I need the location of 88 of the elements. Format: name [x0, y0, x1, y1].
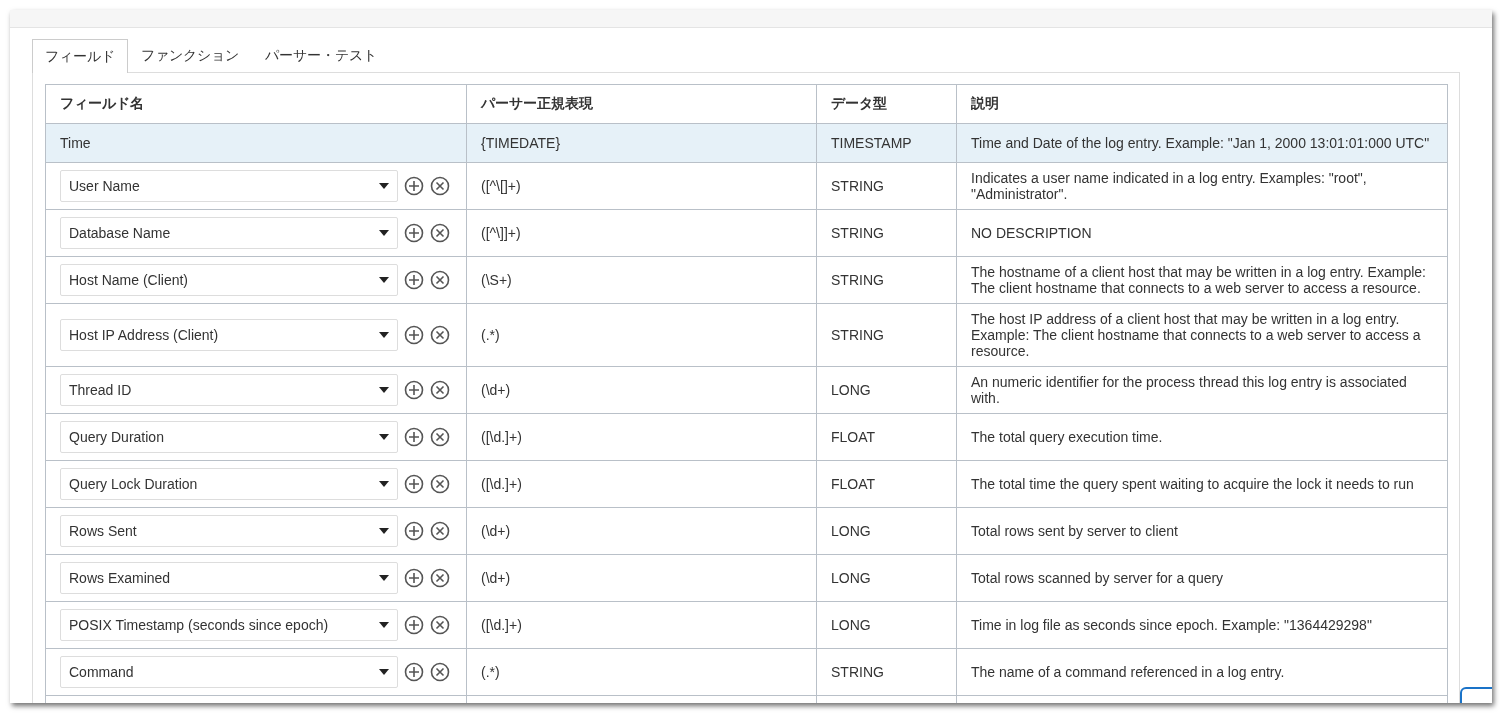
field-dropdown[interactable]: Thread ID — [60, 374, 398, 406]
caret-icon — [379, 277, 389, 283]
table-cell: LONG — [816, 366, 957, 414]
table-cell: STRING — [816, 209, 957, 257]
column-header: データ型 — [816, 84, 957, 124]
column-header: フィールド名 — [45, 84, 467, 124]
tab[interactable]: フィールド — [32, 39, 128, 73]
remove-icon[interactable] — [430, 521, 450, 541]
caret-icon — [379, 481, 389, 487]
remove-icon[interactable] — [430, 223, 450, 243]
table-cell: Total rows sent by server to client — [956, 507, 1448, 555]
field-dropdown[interactable]: Host Name (Client) — [60, 264, 398, 296]
caret-icon — [379, 669, 389, 675]
tab[interactable]: パーサー・テスト — [252, 38, 390, 72]
table-cell: ([\d.]+) — [466, 460, 817, 508]
caret-icon — [379, 434, 389, 440]
field-dropdown[interactable]: POSIX Timestamp (seconds since epoch) — [60, 609, 398, 641]
remove-icon[interactable] — [430, 176, 450, 196]
table-cell: STRING — [816, 162, 957, 210]
add-icon[interactable] — [404, 615, 424, 635]
table-cell: LONG — [816, 601, 957, 649]
table-cell: STRING — [816, 303, 957, 367]
caret-icon — [379, 575, 389, 581]
table-cell: (\d+) — [466, 366, 817, 414]
remove-icon[interactable] — [430, 662, 450, 682]
table-cell: ([\d.]+) — [466, 601, 817, 649]
table-cell: FLOAT — [816, 413, 957, 461]
caret-icon — [379, 528, 389, 534]
table-cell: STRING — [816, 256, 957, 304]
add-icon[interactable] — [404, 325, 424, 345]
table-cell: FLOAT — [816, 460, 957, 508]
column-header: パーサー正規表現 — [466, 84, 817, 124]
table-cell: Indicates a user name indicated in a log entry. Examples: "root", "Administrator". — [956, 162, 1448, 210]
table-cell: ([^\]]+) — [466, 209, 817, 257]
field-dropdown[interactable]: Query Duration — [60, 421, 398, 453]
table-cell: {TIMEDATE} — [466, 123, 817, 163]
caret-icon — [379, 183, 389, 189]
table-cell: LONG — [816, 554, 957, 602]
table-cell: NO DESCRIPTION — [956, 209, 1448, 257]
add-icon[interactable] — [404, 427, 424, 447]
add-icon[interactable] — [404, 521, 424, 541]
remove-icon[interactable] — [430, 474, 450, 494]
table-cell: The hostname of a client host that may be written in a log entry. Example: The client hostname that connects to a web server to access a resource. — [956, 256, 1448, 304]
table-cell: (.*) — [466, 648, 817, 696]
remove-icon[interactable] — [430, 427, 450, 447]
add-icon[interactable] — [404, 662, 424, 682]
add-icon[interactable] — [404, 176, 424, 196]
table-cell: An numeric identifier for the process thread this log entry is associated with. — [956, 366, 1448, 414]
caret-icon — [379, 230, 389, 236]
remove-icon[interactable] — [430, 380, 450, 400]
add-icon[interactable] — [404, 223, 424, 243]
table-cell: The total time the query spent waiting to acquire the lock it needs to run — [956, 460, 1448, 508]
caret-icon — [379, 387, 389, 393]
table-cell: The host IP address of a client host that may be written in a log entry. Example: The client hostname that connects to a web server to access a resource. — [956, 303, 1448, 367]
column-header: 説明 — [956, 84, 1448, 124]
add-icon[interactable] — [404, 380, 424, 400]
table-cell: Time and Date of the log entry. Example: "Jan 1, 2000 13:01:01:000 UTC" — [956, 123, 1448, 163]
field-dropdown[interactable]: Rows Sent — [60, 515, 398, 547]
table-cell: ([^\[]+) — [466, 162, 817, 210]
table-cell: (\d+) — [466, 507, 817, 555]
field-dropdown[interactable]: Query Lock Duration — [60, 468, 398, 500]
remove-icon[interactable] — [430, 270, 450, 290]
field-dropdown[interactable]: Command — [60, 656, 398, 688]
table-cell: Time — [45, 123, 467, 163]
table-cell: TIMESTAMP — [816, 123, 957, 163]
table-cell: (\S+) — [466, 256, 817, 304]
table-cell: The total query execution time. — [956, 413, 1448, 461]
table-cell: Total rows scanned by server for a query — [956, 554, 1448, 602]
table-cell: Time in log file as seconds since epoch. Example: "1364429298" — [956, 601, 1448, 649]
table-cell: (\d+) — [466, 554, 817, 602]
field-dropdown[interactable]: Rows Examined — [60, 562, 398, 594]
remove-icon[interactable] — [430, 615, 450, 635]
add-icon[interactable] — [404, 568, 424, 588]
table-cell: STRING — [816, 648, 957, 696]
tab[interactable]: ファンクション — [128, 38, 252, 72]
remove-icon[interactable] — [430, 568, 450, 588]
table-cell: The name of a command referenced in a log entry. — [956, 648, 1448, 696]
field-dropdown[interactable]: Host IP Address (Client) — [60, 319, 398, 351]
remove-icon[interactable] — [430, 325, 450, 345]
caret-icon — [379, 332, 389, 338]
table-cell: LONG — [816, 507, 957, 555]
add-icon[interactable] — [404, 270, 424, 290]
add-icon[interactable] — [404, 474, 424, 494]
table-cell: ([\d.]+) — [466, 413, 817, 461]
table-cell: (.*) — [466, 303, 817, 367]
caret-icon — [379, 622, 389, 628]
field-dropdown[interactable]: User Name — [60, 170, 398, 202]
field-dropdown[interactable]: Database Name — [60, 217, 398, 249]
